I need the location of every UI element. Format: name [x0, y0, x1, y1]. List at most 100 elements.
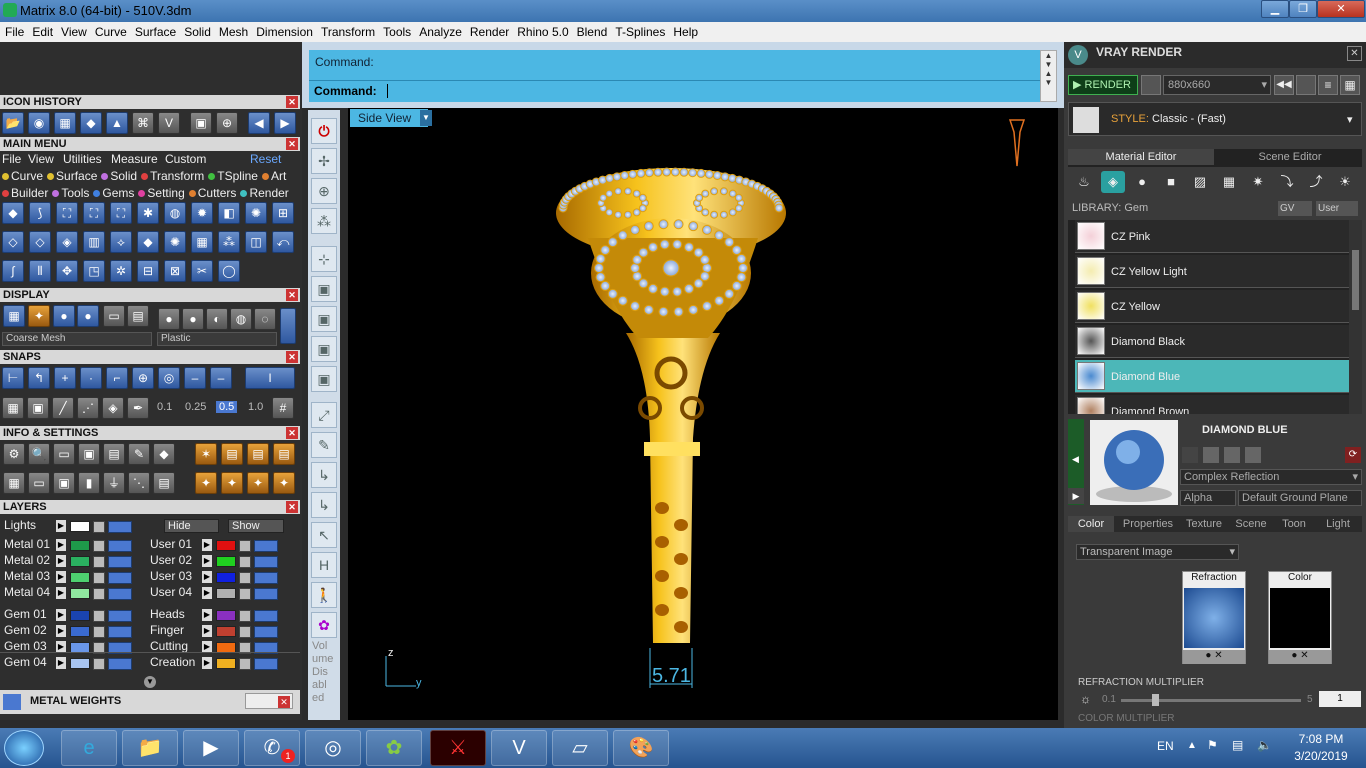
layer-user-02-swatch[interactable]: [216, 556, 236, 567]
layer-metal-04-visibility[interactable]: [108, 588, 132, 600]
curve-snap-icon[interactable]: ↰: [28, 367, 50, 389]
layer-metal-04-swatch[interactable]: [70, 588, 90, 599]
layer-user-04-expand-icon[interactable]: ▶: [202, 587, 212, 599]
open-icon[interactable]: 📂: [2, 112, 24, 134]
gear-tool-icon[interactable]: ✺: [245, 202, 267, 224]
layer-gem-01-swatch[interactable]: [70, 610, 90, 621]
layer-finger-expand-icon[interactable]: ▶: [202, 625, 212, 637]
cylinder-icon[interactable]: ▮: [78, 472, 100, 494]
pattern-icon[interactable]: ▦: [1217, 171, 1241, 193]
burst-tool-icon[interactable]: ✺: [164, 231, 186, 253]
reset-link[interactable]: Reset: [250, 152, 281, 166]
layer-finger-lock-icon[interactable]: [239, 626, 251, 638]
menu-rhino[interactable]: Rhino 5.0: [512, 22, 571, 39]
layer-user-01-visibility[interactable]: [254, 540, 278, 552]
box-snap-icon[interactable]: ▣: [27, 397, 49, 419]
layers-tag-icon[interactable]: ▤: [273, 443, 295, 465]
menu-tsplines[interactable]: T-Splines: [610, 22, 668, 39]
shape-tool-1-icon[interactable]: ⛶: [56, 202, 78, 224]
play-icon[interactable]: ▶: [1068, 488, 1084, 504]
main-menu-builder[interactable]: Builder: [2, 186, 48, 200]
layer-metal-04-lock-icon[interactable]: [93, 588, 105, 600]
menu-surface[interactable]: Surface: [130, 22, 179, 39]
material-item[interactable]: Diamond Black: [1075, 325, 1350, 358]
drop-icon[interactable]: ♨: [1072, 171, 1096, 193]
globe-icon[interactable]: ⊕: [311, 178, 337, 204]
color-controls[interactable]: ● ✕: [1269, 650, 1331, 664]
main-menu-art[interactable]: Art: [261, 169, 286, 183]
layer-heads-lock-icon[interactable]: [239, 610, 251, 622]
boolean-tool-icon[interactable]: ⊟: [137, 260, 159, 282]
grid-view-icon[interactable]: ▦: [1340, 75, 1360, 95]
tab-toon[interactable]: Toon: [1274, 516, 1314, 532]
rail-tool-icon[interactable]: ⦀: [29, 260, 51, 282]
layer-gem-02-expand-icon[interactable]: ▶: [56, 625, 66, 637]
layer-visibility[interactable]: [108, 521, 132, 533]
layer-metal-02-swatch[interactable]: [70, 556, 90, 567]
layer-user-03-visibility[interactable]: [254, 572, 278, 584]
truck-icon[interactable]: ▭: [53, 443, 75, 465]
square-icon[interactable]: ■: [1159, 171, 1183, 193]
layer-creation-swatch[interactable]: [216, 658, 236, 669]
rewind-icon[interactable]: ◀◀: [1274, 75, 1294, 95]
tab-material-editor[interactable]: Material Editor: [1068, 149, 1214, 165]
layer-heads-expand-icon[interactable]: ▶: [202, 609, 212, 621]
pattern-tool-icon[interactable]: ⁂: [218, 231, 240, 253]
refraction-slider-thumb[interactable]: [1152, 694, 1159, 706]
close-icon[interactable]: ✕: [1347, 46, 1362, 61]
main-menu-curve[interactable]: Curve: [2, 169, 43, 183]
cube-view-icon[interactable]: ▣: [53, 472, 75, 494]
layout-icon[interactable]: ▤: [127, 305, 149, 327]
menu-blend[interactable]: Blend: [572, 22, 611, 39]
tab-scene[interactable]: Scene: [1230, 516, 1272, 532]
refraction-value-input[interactable]: 1: [1319, 691, 1361, 707]
main-menu-custom[interactable]: Custom: [165, 152, 206, 166]
prong-tool-icon[interactable]: ▥: [83, 231, 105, 253]
refraction-slider[interactable]: [1121, 699, 1301, 702]
material-item[interactable]: CZ Yellow Light: [1075, 255, 1350, 288]
grid-toggle-icon[interactable]: #: [272, 397, 294, 419]
main-menu-file[interactable]: File: [2, 152, 21, 166]
hide-button[interactable]: Hide: [164, 519, 219, 533]
tray-up-icon[interactable]: ▲: [1187, 740, 1197, 751]
menu-render[interactable]: Render: [465, 22, 512, 39]
menu-curve[interactable]: Curve: [90, 22, 130, 39]
explode-view-icon[interactable]: ✶: [195, 443, 217, 465]
circle-tool-icon[interactable]: ◯: [218, 260, 240, 282]
map-icon[interactable]: ⊕: [216, 112, 238, 134]
tab-properties[interactable]: Properties: [1118, 516, 1178, 532]
frame-tool-icon[interactable]: ⊠: [164, 260, 186, 282]
network-icon[interactable]: ⌘: [132, 112, 154, 134]
gem-active-icon[interactable]: ◈: [1101, 171, 1125, 193]
display-toggle[interactable]: [280, 308, 296, 344]
close-icon[interactable]: ✕: [286, 96, 298, 108]
rect-tool-icon[interactable]: ⊞: [272, 202, 294, 224]
chrome-icon[interactable]: ◎: [305, 730, 361, 766]
garena-icon[interactable]: ⚔: [430, 730, 486, 766]
show-button[interactable]: Show: [228, 519, 284, 533]
transparent-select[interactable]: Transparent Image ▾: [1076, 544, 1239, 560]
orientation-icon[interactable]: [1008, 119, 1026, 167]
tangent-snap-icon[interactable]: –: [184, 367, 206, 389]
flag-icon[interactable]: ⚑: [1207, 738, 1218, 752]
tab-texture[interactable]: Texture: [1180, 516, 1228, 532]
material-sphere-4-icon[interactable]: ◍: [230, 308, 252, 330]
hatch-icon[interactable]: ▨: [1188, 171, 1212, 193]
power-icon[interactable]: ⏻: [311, 118, 337, 144]
remove-material-icon[interactable]: ⤴: [1304, 171, 1328, 193]
material-sphere-5-icon[interactable]: ◌: [254, 308, 276, 330]
resolution-select[interactable]: 880x660 ▾: [1163, 75, 1271, 95]
layer-user-02-visibility[interactable]: [254, 556, 278, 568]
collapse-icon[interactable]: ▼: [144, 676, 156, 688]
alpha-toggle[interactable]: Alpha: [1180, 490, 1236, 506]
layer-user-01-swatch[interactable]: [216, 540, 236, 551]
layer-creation-expand-icon[interactable]: ▶: [202, 657, 212, 669]
scale-axes-icon[interactable]: ⤢: [311, 402, 337, 428]
command-scrollbar[interactable]: ▲ ▼ ▲ ▼: [1040, 50, 1057, 102]
gear-display-icon[interactable]: ✦: [28, 305, 50, 327]
filter-icon[interactable]: ⏚: [103, 472, 125, 494]
bulb-icon[interactable]: ☀: [1333, 171, 1357, 193]
menu-mesh[interactable]: Mesh: [214, 22, 251, 39]
layer-user-03-swatch[interactable]: [216, 572, 236, 583]
layer-gem-02-swatch[interactable]: [70, 626, 90, 637]
